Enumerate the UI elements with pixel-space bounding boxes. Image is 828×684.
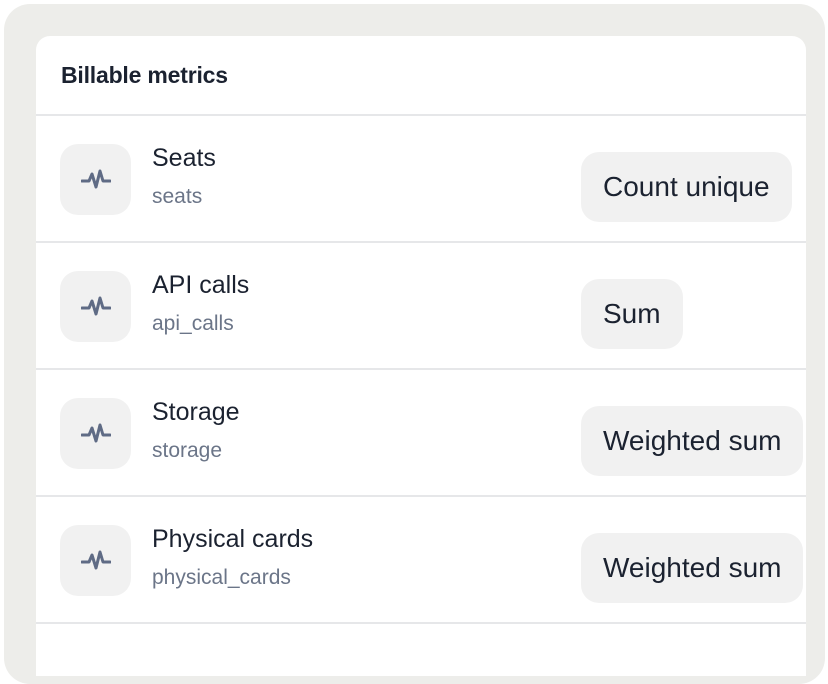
card-header: Billable metrics <box>36 36 806 116</box>
card-title: Billable metrics <box>61 61 228 88</box>
metric-code: seats <box>152 185 203 208</box>
pulse-icon <box>60 525 131 596</box>
metric-row[interactable]: Physical cards physical_cards Weighted s… <box>36 497 806 624</box>
aggregation-badge: Weighted sum <box>581 533 804 603</box>
aggregation-badge: Count unique <box>581 152 792 222</box>
metric-name: Seats <box>152 144 216 172</box>
metric-row[interactable]: API calls api_calls Sum <box>36 243 806 370</box>
pulse-icon <box>60 398 131 469</box>
billable-metrics-card: Billable metrics Seats seats Count uniqu… <box>36 36 806 676</box>
metric-name: API calls <box>152 271 250 299</box>
metric-code: storage <box>152 439 223 462</box>
aggregation-badge: Weighted sum <box>581 406 804 476</box>
metric-row[interactable]: Seats seats Count unique <box>36 116 806 243</box>
metric-name: Storage <box>152 398 240 426</box>
outer-frame: Billable metrics Seats seats Count uniqu… <box>4 4 825 684</box>
metric-code: api_calls <box>152 312 234 335</box>
metric-row[interactable]: Storage storage Weighted sum <box>36 370 806 497</box>
pulse-icon <box>60 144 131 215</box>
pulse-icon <box>60 271 131 342</box>
metric-code: physical_cards <box>152 566 291 589</box>
metric-name: Physical cards <box>152 525 314 553</box>
aggregation-badge: Sum <box>581 279 683 349</box>
